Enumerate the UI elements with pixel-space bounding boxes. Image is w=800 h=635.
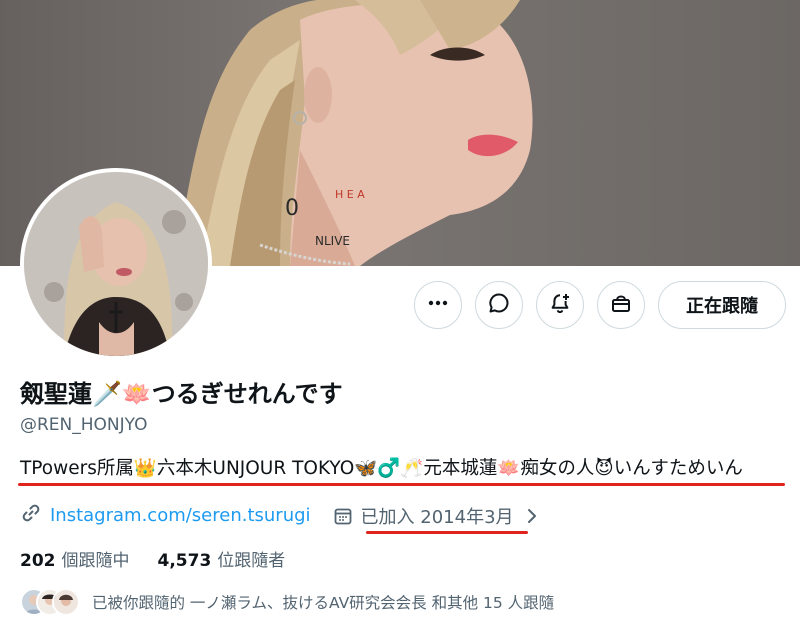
calendar-icon [333, 506, 353, 526]
profile-website-link[interactable]: Instagram.com/seren.tsurugi [50, 505, 311, 526]
following-label: 個跟隨中 [61, 551, 130, 571]
mini-avatar [52, 588, 80, 616]
bell-plus-icon [549, 292, 571, 318]
followed-by-text: 已被你跟隨的 一ノ瀬ラム、抜けるAV研究会会長 和其他 15 人跟隨 [92, 594, 555, 612]
gift-icon [610, 292, 632, 318]
svg-text:0: 0 [285, 196, 299, 221]
svg-text:H E A: H E A [335, 188, 365, 201]
red-underline-bio [18, 483, 785, 486]
profile-meta: Instagram.com/seren.tsurugi 已加入 2014年3月 [20, 502, 538, 529]
link-icon [20, 502, 42, 529]
followed-by-row[interactable]: 已被你跟隨的 一ノ瀬ラム、抜けるAV研究会会長 和其他 15 人跟隨 [20, 588, 554, 616]
user-handle: @REN_HONJYO [20, 415, 148, 435]
gift-button[interactable] [597, 281, 645, 329]
profile-actions: 正在跟隨 [414, 281, 786, 329]
notify-button[interactable] [536, 281, 584, 329]
more-button[interactable] [414, 281, 462, 329]
followed-by-avatars [20, 588, 80, 616]
followers-label: 位跟隨者 [217, 551, 286, 571]
red-underline-joined [366, 531, 528, 534]
follow-stats: 202 個跟隨中 4,573 位跟隨者 [20, 546, 285, 571]
following-count: 202 [20, 551, 56, 571]
chevron-right-icon[interactable] [526, 507, 538, 525]
message-button[interactable] [475, 281, 523, 329]
joined-date: 已加入 2014年3月 [360, 506, 514, 528]
message-icon [488, 292, 510, 318]
avatar-photo [24, 172, 208, 356]
more-icon [427, 292, 449, 318]
following-stat[interactable]: 202 個跟隨中 [20, 546, 130, 571]
profile-bio: TPowers所属👑六本木UNJOUR TOKYO🦋♂️🥂元本城蓮🪷痴女の人😈い… [20, 458, 743, 479]
followers-stat[interactable]: 4,573 位跟隨者 [158, 546, 286, 571]
display-name: 剱聖蓮🗡️🪷つるぎせれんです [20, 380, 343, 408]
followers-count: 4,573 [157, 551, 212, 571]
avatar[interactable] [20, 168, 212, 360]
svg-text:NLIVE: NLIVE [315, 234, 350, 248]
following-button[interactable]: 正在跟隨 [658, 281, 786, 329]
